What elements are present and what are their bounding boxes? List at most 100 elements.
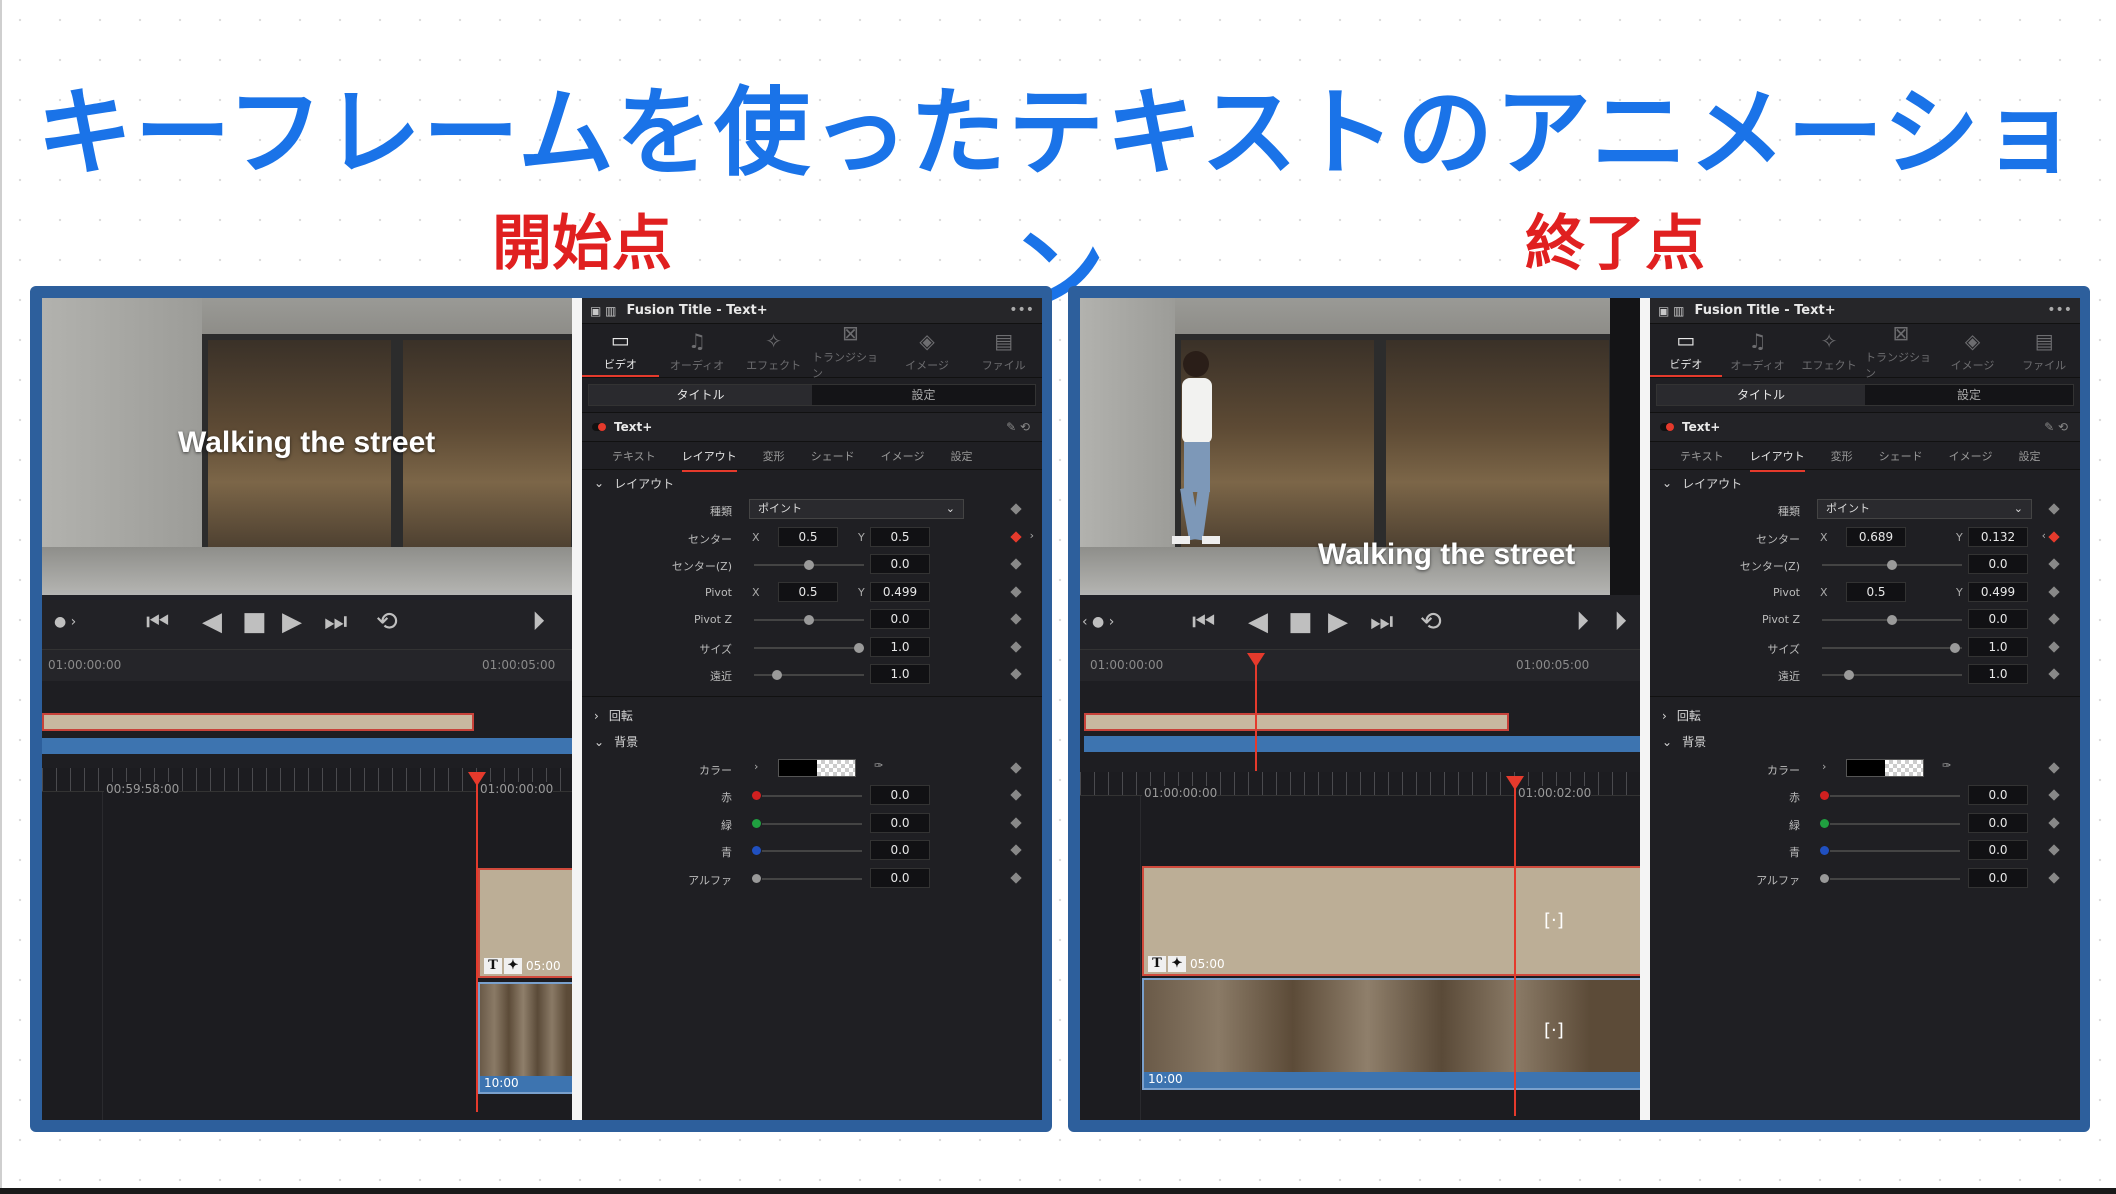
tab-transition[interactable]: ⊠ トランジション: [1865, 321, 1937, 380]
size-slider[interactable]: [1822, 642, 1962, 653]
subtab-layout[interactable]: レイアウト: [681, 448, 737, 472]
red-slider[interactable]: [1830, 795, 1960, 797]
keyframe-diamond[interactable]: [2048, 668, 2060, 680]
tab-audio[interactable]: ♫ オーディオ: [659, 324, 736, 377]
node-row[interactable]: Text+ ✎ ⟲: [1650, 412, 2080, 442]
keyframe-diamond[interactable]: [1010, 789, 1022, 801]
last-frame-icon[interactable]: ⏵: [1614, 607, 1627, 638]
timeline-ruler[interactable]: 01:00:00:00 01:00:02:00: [1080, 772, 1640, 800]
keyframe-diamond[interactable]: [2048, 613, 2060, 625]
mini-title-clip[interactable]: [1084, 713, 1509, 731]
segment-title[interactable]: タイトル: [1657, 385, 1865, 405]
keyframe-diamond[interactable]: [1010, 640, 1022, 653]
tab-image[interactable]: ◈ イメージ: [889, 324, 966, 377]
play-icon[interactable]: ▶: [1328, 607, 1348, 637]
layout-section-header[interactable]: ⌄ レイアウト: [582, 470, 1042, 496]
viewer-ruler[interactable]: 01:00:00:00 01:00:05:00: [42, 649, 572, 681]
subtab-shade[interactable]: シェード: [811, 448, 855, 464]
green-field[interactable]: 0.0: [1968, 812, 2028, 833]
eyedropper-icon[interactable]: ✑: [1942, 759, 1951, 772]
eyedropper-icon[interactable]: ✑: [874, 759, 883, 772]
perspective-slider[interactable]: [754, 670, 864, 680]
subtab-text[interactable]: テキスト: [1680, 448, 1724, 464]
alpha-slider[interactable]: [1830, 877, 1960, 880]
keyframe-diamond[interactable]: [2048, 558, 2060, 570]
pivot-y-field[interactable]: 0.499: [870, 581, 930, 602]
green-slider[interactable]: [762, 822, 862, 825]
loop-icon[interactable]: ⟲: [1420, 607, 1442, 637]
next-frame-icon[interactable]: ⏵: [1576, 607, 1589, 638]
perspective-field[interactable]: 1.0: [870, 664, 930, 684]
subtab-shade[interactable]: シェード: [1879, 448, 1923, 464]
keyframe-diamond[interactable]: [1010, 816, 1022, 829]
tab-transition[interactable]: ⊠ トランジション: [812, 321, 889, 380]
rotation-section-header[interactable]: › 回転: [582, 703, 1042, 729]
next-frame-icon[interactable]: ⏵: [532, 607, 545, 638]
tab-file[interactable]: ▤ ファイル: [965, 324, 1042, 377]
size-field[interactable]: 1.0: [870, 636, 930, 657]
keyframe-diamond[interactable]: [1010, 844, 1022, 856]
video-clip[interactable]: 10:00: [478, 982, 578, 1094]
keyframe-diamond[interactable]: [1010, 668, 1022, 680]
play-reverse-icon[interactable]: ◀: [202, 607, 222, 637]
keyframe-diamond[interactable]: [2048, 816, 2060, 829]
green-slider[interactable]: [1830, 822, 1960, 825]
alpha-slider[interactable]: [762, 877, 862, 880]
more-options-icon[interactable]: •••: [2047, 302, 2072, 318]
video-clip[interactable]: 10:00 [·]: [1142, 978, 1642, 1090]
next-keyframe-icon[interactable]: ›: [1030, 529, 1034, 542]
subtab-settings[interactable]: 設定: [950, 448, 972, 464]
blue-slider[interactable]: [1830, 850, 1960, 852]
center-x-field[interactable]: 0.5: [778, 526, 838, 547]
color-swatch[interactable]: [778, 758, 856, 777]
keyframe-diamond[interactable]: [2048, 761, 2060, 774]
keyframe-diamond[interactable]: [2048, 789, 2060, 801]
marker-dot-icon[interactable]: ‹ ● ›: [1082, 614, 1114, 630]
loop-icon[interactable]: ⟲: [376, 607, 398, 637]
keyframe-diamond[interactable]: [2048, 844, 2060, 856]
segment-settings[interactable]: 設定: [1865, 385, 2073, 405]
mini-playhead[interactable]: [1247, 653, 1265, 771]
keyframe-diamond-active[interactable]: [2048, 530, 2060, 543]
keyframe-diamond[interactable]: [1010, 585, 1022, 598]
green-field[interactable]: 0.0: [870, 812, 930, 833]
subtab-image[interactable]: イメージ: [1949, 448, 1993, 464]
center-y-field[interactable]: 0.5: [870, 526, 930, 547]
keyframe-diamond[interactable]: [2048, 640, 2060, 653]
type-dropdown[interactable]: ポイント ⌄: [1817, 499, 2032, 519]
pivot-z-slider[interactable]: [1822, 615, 1962, 625]
center-z-slider[interactable]: [1822, 560, 1962, 570]
center-y-field[interactable]: 0.132: [1968, 526, 2028, 547]
size-field[interactable]: 1.0: [1968, 636, 2028, 657]
title-overlay-text[interactable]: Walking the street: [178, 426, 435, 460]
pivot-y-field[interactable]: 0.499: [1968, 581, 2028, 602]
more-options-icon[interactable]: •••: [1009, 302, 1034, 318]
keyframe-diamond[interactable]: [1010, 871, 1022, 884]
reset-icon[interactable]: ✎ ⟲: [2044, 420, 2068, 434]
size-slider[interactable]: [754, 642, 864, 653]
center-z-field[interactable]: 0.0: [870, 554, 930, 574]
keyframe-diamond-active[interactable]: [1010, 530, 1022, 543]
mini-video-track[interactable]: [42, 738, 572, 754]
stop-icon[interactable]: ■: [1288, 607, 1313, 637]
pivot-z-slider[interactable]: [754, 615, 864, 625]
pivot-z-field[interactable]: 0.0: [1968, 609, 2028, 629]
stop-icon[interactable]: ■: [242, 607, 267, 637]
keyframe-diamond[interactable]: [1010, 761, 1022, 774]
timeline-ruler[interactable]: 00:59:58:00 01:00:00:00: [42, 768, 572, 796]
keyframe-diamond[interactable]: [1010, 613, 1022, 625]
reset-icon[interactable]: ✎ ⟲: [1006, 420, 1030, 434]
tab-effects[interactable]: ✧ エフェクト: [735, 324, 812, 377]
tab-file[interactable]: ▤ ファイル: [2008, 324, 2080, 377]
play-icon[interactable]: ▶: [282, 607, 302, 637]
marker-dot-icon[interactable]: ● ›: [54, 614, 76, 630]
center-z-field[interactable]: 0.0: [1968, 554, 2028, 574]
keyframe-diamond[interactable]: [2048, 503, 2060, 515]
go-to-start-icon[interactable]: ⏮: [146, 607, 169, 638]
blue-field[interactable]: 0.0: [870, 840, 930, 860]
keyframe-diamond[interactable]: [2048, 871, 2060, 884]
rotation-section-header[interactable]: › 回転: [1650, 703, 2080, 729]
subtab-layout[interactable]: レイアウト: [1749, 448, 1805, 472]
red-field[interactable]: 0.0: [870, 785, 930, 805]
subtab-settings[interactable]: 設定: [2018, 448, 2040, 464]
